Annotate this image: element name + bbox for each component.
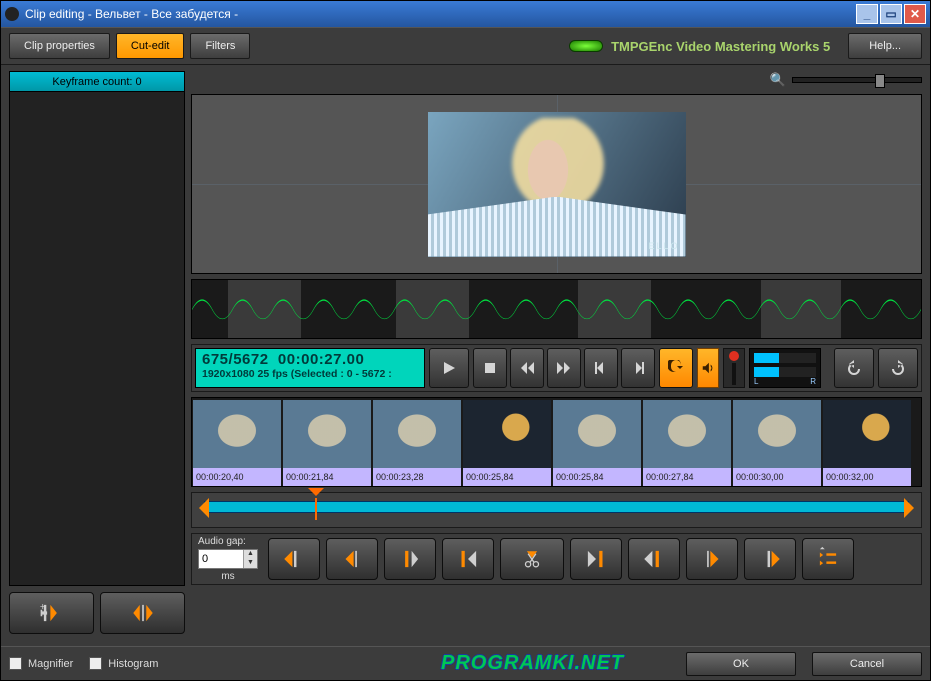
search-icon: 🔍: [770, 72, 786, 88]
zoom-slider[interactable]: [792, 77, 922, 83]
next-frame-button[interactable]: [686, 538, 738, 580]
redo-button[interactable]: [878, 348, 918, 388]
split-keyframe-button[interactable]: [100, 592, 185, 634]
tab-cut-edit[interactable]: Cut-edit: [116, 33, 185, 59]
thumbnail-timecode: 00:00:27,84: [643, 468, 731, 486]
set-in-button[interactable]: [384, 538, 436, 580]
set-out-button[interactable]: [628, 538, 680, 580]
volume-slider[interactable]: [723, 348, 745, 388]
rewind-button[interactable]: [510, 348, 544, 388]
magnifier-checkbox[interactable]: Magnifier: [9, 657, 73, 670]
magnifier-label: Magnifier: [28, 658, 73, 670]
audio-waveform[interactable]: [191, 279, 922, 339]
step-fwd-button[interactable]: [621, 348, 655, 388]
brand-text: TMPGEnc Video Mastering Works 5: [611, 39, 830, 54]
step-back-button[interactable]: [584, 348, 618, 388]
thumbnail[interactable]: 00:00:32,00: [822, 398, 912, 486]
timecode: 00:00:27.00: [278, 351, 364, 368]
thumbnail-image: [733, 400, 821, 468]
thumbnail[interactable]: 00:00:21,84: [282, 398, 372, 486]
spin-down-icon[interactable]: ▼: [243, 559, 257, 568]
stop-button[interactable]: [473, 348, 507, 388]
speaker-icon[interactable]: [697, 348, 719, 388]
thumbnail-image: [553, 400, 641, 468]
audio-gap-unit: ms: [221, 571, 234, 582]
site-watermark: PROGRAMKI.NET: [441, 652, 624, 675]
thumbnail-image: [823, 400, 911, 468]
jump-in-button[interactable]: [442, 538, 494, 580]
thumbnail-timecode: 00:00:20,40: [193, 468, 281, 486]
audio-gap-input[interactable]: [199, 551, 243, 567]
thumbnail-image: [463, 400, 551, 468]
thumbnail-image: [283, 400, 371, 468]
cancel-button[interactable]: Cancel: [812, 652, 922, 676]
thumbnail-image: [193, 400, 281, 468]
meter-left-label: L: [754, 377, 758, 386]
histogram-checkbox[interactable]: Histogram: [89, 657, 158, 670]
thumbnail-timecode: 00:00:30,00: [733, 468, 821, 486]
minimize-button[interactable]: _: [856, 4, 878, 24]
transport-panel: 675/5672 00:00:27.00 1920x1080 25 fps (S…: [191, 344, 922, 392]
audio-gap-label: Audio gap:: [198, 536, 246, 547]
audio-gap-spinbox[interactable]: ▲▼: [198, 549, 258, 569]
ok-button[interactable]: OK: [686, 652, 796, 676]
next-edit-button[interactable]: [744, 538, 796, 580]
play-button[interactable]: [429, 348, 469, 388]
close-button[interactable]: ✕: [904, 4, 926, 24]
thumbnail[interactable]: 00:00:25,84: [462, 398, 552, 486]
range-selector[interactable]: [191, 492, 922, 528]
preview-watermark: ELLO: [648, 241, 679, 251]
titlebar: Clip editing - Вельвет - Все забудется -…: [1, 1, 930, 27]
loop-button[interactable]: [659, 348, 693, 388]
audio-gap-control: Audio gap: ▲▼ ms: [198, 536, 258, 582]
thumbnail[interactable]: 00:00:20,40: [192, 398, 282, 486]
meter-right-label: R: [810, 377, 816, 386]
bottom-bar: Magnifier Histogram PROGRAMKI.NET OK Can…: [1, 646, 930, 680]
top-toolbar: Clip properties Cut-edit Filters TMPGEnc…: [1, 27, 930, 65]
help-button[interactable]: Help...: [848, 33, 922, 59]
edit-button-row: Audio gap: ▲▼ ms: [191, 533, 922, 585]
chapter-list-button[interactable]: [802, 538, 854, 580]
frame-counter: 675/5672: [202, 351, 269, 368]
svg-text:+: +: [39, 602, 45, 613]
window-title: Clip editing - Вельвет - Все забудется -: [25, 7, 854, 21]
jump-out-button[interactable]: [570, 538, 622, 580]
keyframe-header: Keyframe count: 0: [10, 72, 184, 92]
video-preview[interactable]: ELLO: [191, 94, 922, 274]
thumbnail-image: [643, 400, 731, 468]
spin-up-icon[interactable]: ▲: [243, 550, 257, 559]
status-led-icon: [569, 40, 603, 52]
add-keyframe-button[interactable]: +: [9, 592, 94, 634]
cut-button[interactable]: [500, 538, 564, 580]
histogram-label: Histogram: [108, 658, 158, 670]
thumbnail-timecode: 00:00:23,28: [373, 468, 461, 486]
app-icon: [5, 7, 19, 21]
forward-button[interactable]: [547, 348, 581, 388]
thumbnail-timecode: 00:00:21,84: [283, 468, 371, 486]
clip-info: 1920x1080 25 fps (Selected : 0 - 5672 :: [202, 368, 418, 380]
prev-frame-button[interactable]: [326, 538, 378, 580]
thumbnail[interactable]: 00:00:23,28: [372, 398, 462, 486]
prev-edit-button[interactable]: [268, 538, 320, 580]
thumbnail-timecode: 00:00:25,84: [553, 468, 641, 486]
thumbnail-timecode: 00:00:25,84: [463, 468, 551, 486]
thumbnail[interactable]: 00:00:30,00: [732, 398, 822, 486]
thumbnail[interactable]: 00:00:25,84: [552, 398, 642, 486]
keyframe-panel: Keyframe count: 0: [9, 71, 185, 586]
zoom-row: 🔍: [191, 71, 922, 89]
undo-button[interactable]: [834, 348, 874, 388]
tab-filters[interactable]: Filters: [190, 33, 250, 59]
thumbnail[interactable]: 00:00:27,84: [642, 398, 732, 486]
brand-label: TMPGEnc Video Mastering Works 5: [569, 39, 830, 54]
audio-meter: L R: [749, 348, 821, 388]
video-frame: ELLO: [428, 112, 686, 257]
timecode-display: 675/5672 00:00:27.00 1920x1080 25 fps (S…: [195, 348, 425, 388]
maximize-button[interactable]: ▭: [880, 4, 902, 24]
thumbnail-timecode: 00:00:32,00: [823, 468, 911, 486]
tab-clip-properties[interactable]: Clip properties: [9, 33, 110, 59]
thumbnail-image: [373, 400, 461, 468]
thumbnail-strip[interactable]: 00:00:20,4000:00:21,8400:00:23,2800:00:2…: [191, 397, 922, 487]
